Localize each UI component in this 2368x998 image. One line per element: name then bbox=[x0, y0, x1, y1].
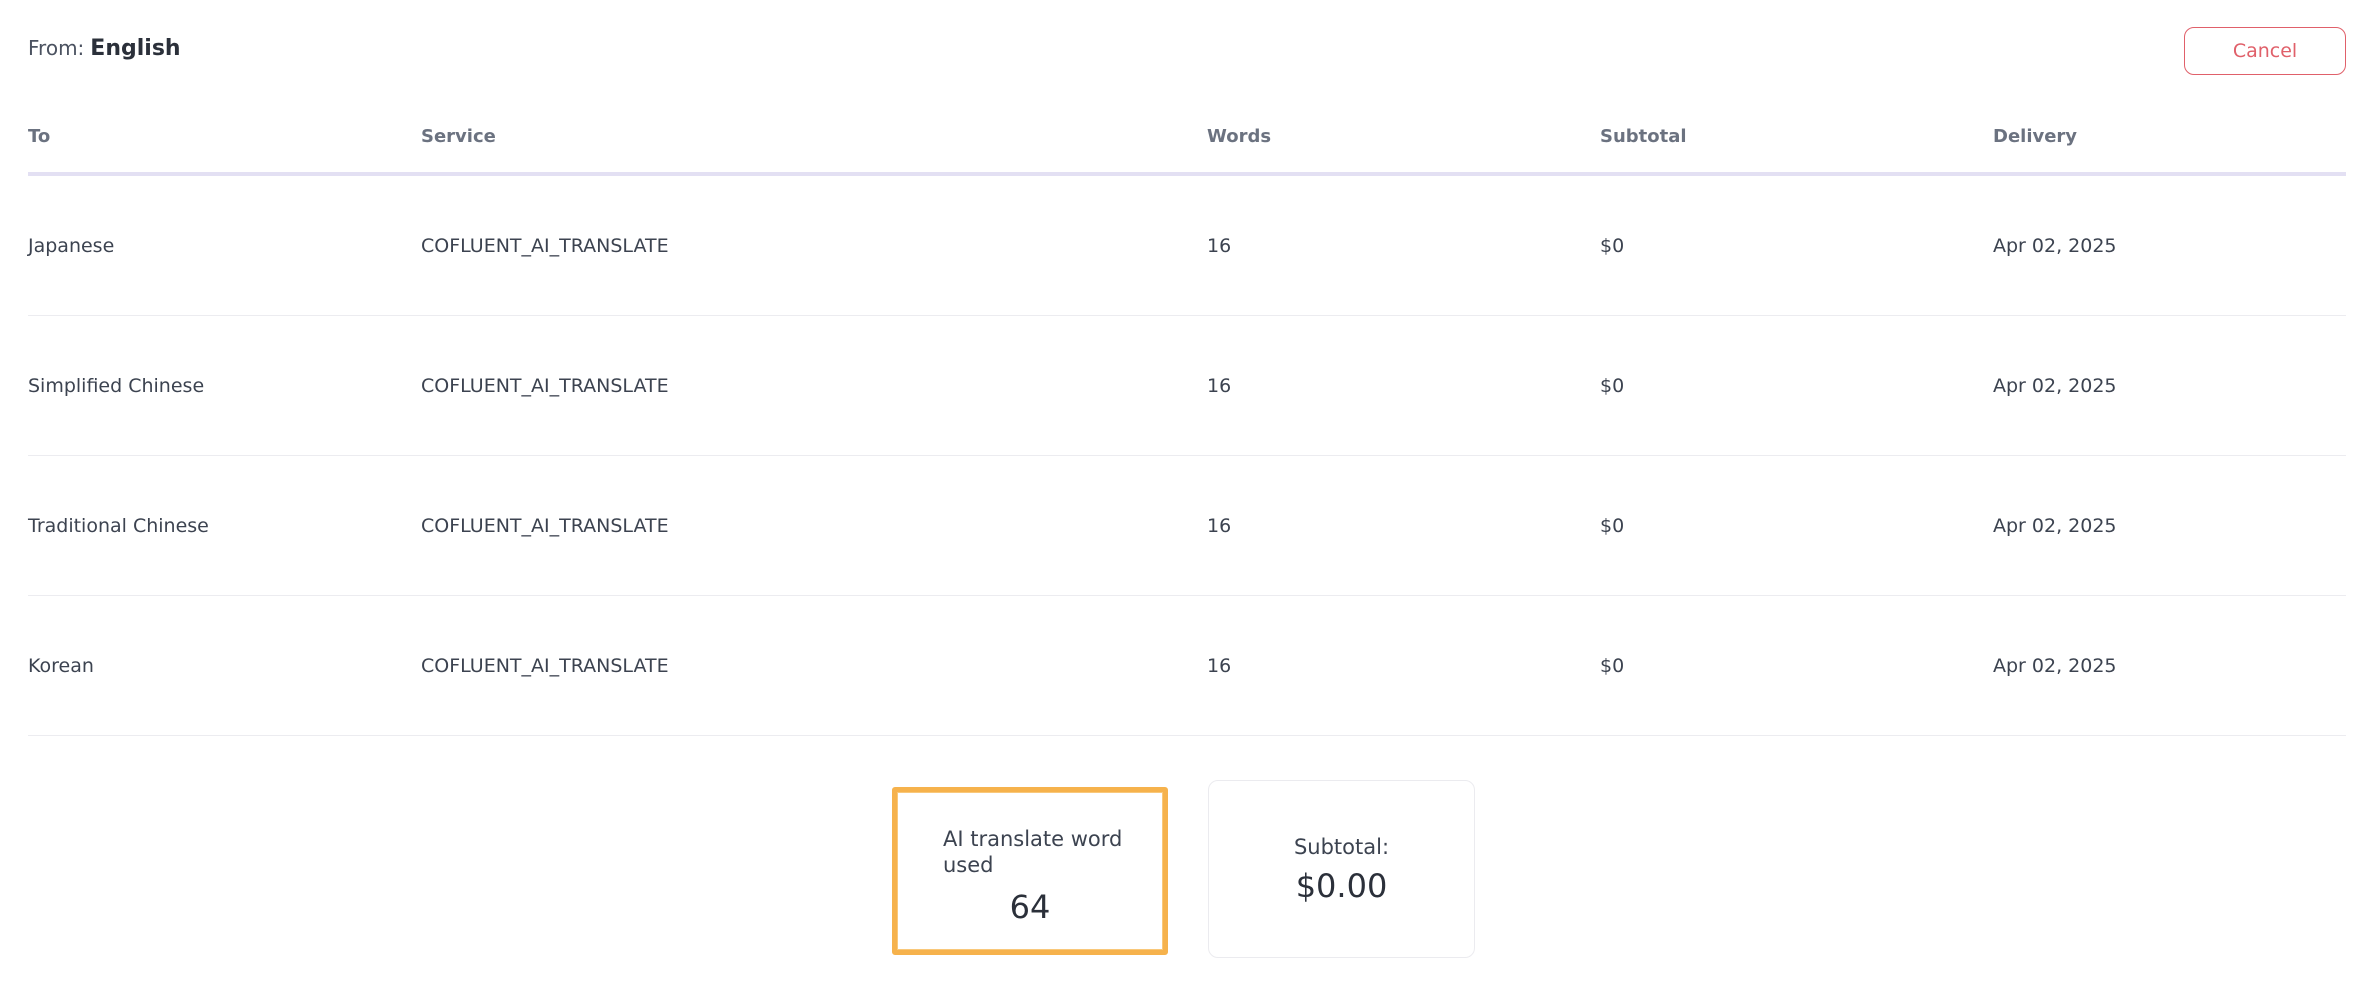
source-language: From: English bbox=[28, 36, 181, 70]
ai-words-used-value: 64 bbox=[1009, 888, 1051, 926]
subtotal-label: Subtotal: bbox=[1293, 835, 1390, 859]
word-count: 16 bbox=[1207, 375, 1232, 397]
from-language: English bbox=[90, 36, 181, 61]
word-count: 16 bbox=[1207, 235, 1232, 257]
from-label: From: bbox=[28, 36, 85, 60]
subtotal-card: Subtotal: $0.00 bbox=[1208, 780, 1475, 958]
service-name: COFLUENT_AI_TRANSLATE bbox=[421, 375, 669, 397]
service-name: COFLUENT_AI_TRANSLATE bbox=[421, 655, 669, 677]
delivery-date: Apr 02, 2025 bbox=[1993, 515, 2117, 537]
table-row: Simplified Chinese COFLUENT_AI_TRANSLATE… bbox=[28, 316, 2346, 456]
ai-words-used-card: AI translate word used 64 bbox=[892, 787, 1168, 955]
table-header: To Service Words Subtotal Delivery bbox=[28, 116, 2346, 176]
order-summary-page: From: English Cancel To Service Words Su… bbox=[0, 0, 2368, 998]
word-count: 16 bbox=[1207, 515, 1232, 537]
column-header-to: To bbox=[28, 126, 51, 147]
table-row: Traditional Chinese COFLUENT_AI_TRANSLAT… bbox=[28, 456, 2346, 596]
column-header-subtotal: Subtotal bbox=[1600, 126, 1687, 147]
word-count: 16 bbox=[1207, 655, 1232, 677]
service-name: COFLUENT_AI_TRANSLATE bbox=[421, 235, 669, 257]
target-language: Japanese bbox=[28, 235, 115, 257]
table-row: Korean COFLUENT_AI_TRANSLATE 16 $0 Apr 0… bbox=[28, 596, 2346, 736]
target-language: Korean bbox=[28, 655, 94, 677]
target-language: Traditional Chinese bbox=[28, 515, 209, 537]
target-language: Simplified Chinese bbox=[28, 375, 205, 397]
column-header-delivery: Delivery bbox=[1993, 126, 2078, 147]
column-header-service: Service bbox=[421, 126, 496, 147]
delivery-date: Apr 02, 2025 bbox=[1993, 235, 2117, 257]
column-header-words: Words bbox=[1207, 126, 1272, 147]
delivery-date: Apr 02, 2025 bbox=[1993, 375, 2117, 397]
table-row: Japanese COFLUENT_AI_TRANSLATE 16 $0 Apr… bbox=[28, 176, 2346, 316]
cancel-button[interactable]: Cancel bbox=[2184, 27, 2346, 75]
subtotal-value: $0.00 bbox=[1295, 867, 1388, 905]
row-subtotal: $0 bbox=[1600, 515, 1625, 537]
row-subtotal: $0 bbox=[1600, 235, 1625, 257]
service-name: COFLUENT_AI_TRANSLATE bbox=[421, 515, 669, 537]
translation-table: To Service Words Subtotal Delivery Japan… bbox=[28, 116, 2346, 736]
delivery-date: Apr 02, 2025 bbox=[1993, 655, 2117, 677]
row-subtotal: $0 bbox=[1600, 375, 1625, 397]
row-subtotal: $0 bbox=[1600, 655, 1625, 677]
ai-words-used-label: AI translate word used bbox=[943, 827, 1123, 877]
